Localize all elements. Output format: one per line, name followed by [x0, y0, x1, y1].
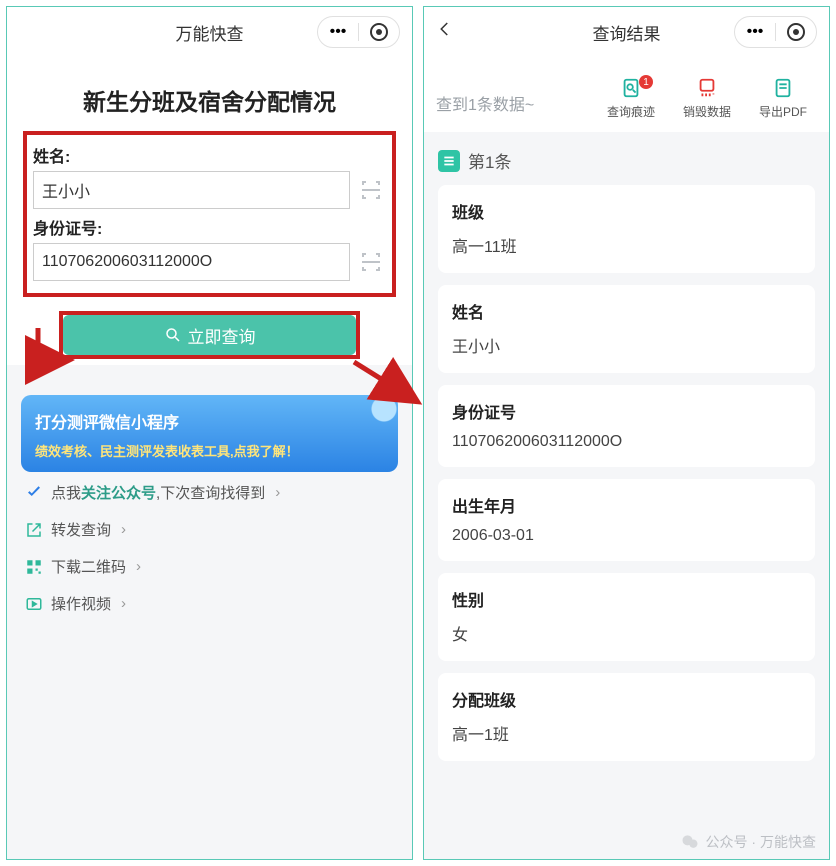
video-link[interactable]: 操作视频 › [25, 593, 394, 614]
list-icon [438, 150, 460, 172]
result-card: 身份证号 110706200603112000O [438, 385, 815, 467]
search-icon [164, 326, 182, 344]
link-list: 点我关注公众号,下次查询找得到 › 转发查询 › 下载二维码 › [7, 482, 412, 622]
menu-dots-icon[interactable]: ••• [318, 23, 358, 41]
result-count: 查到1条数据~ [436, 77, 589, 115]
close-target-icon[interactable] [776, 23, 816, 41]
check-icon [25, 484, 43, 502]
qrcode-link[interactable]: 下载二维码 › [25, 556, 394, 577]
shred-icon [696, 77, 718, 99]
result-cards: 班级 高一11班 姓名 王小小 身份证号 110706200603112000O… [424, 185, 829, 775]
result-card: 出生年月 2006-03-01 [438, 479, 815, 561]
close-target-icon[interactable] [359, 23, 399, 41]
hero-title: 新生分班及宿舍分配情况 [23, 83, 396, 117]
share-icon [25, 521, 43, 539]
play-icon [25, 595, 43, 613]
chevron-right-icon: › [121, 521, 126, 538]
promo-decor-icon [328, 395, 398, 451]
wechat-capsule: ••• [734, 16, 817, 48]
record-header: 第1条 [424, 132, 829, 185]
result-toolbar: 查到1条数据~ 查询痕迹 1 销毁数据 导出PDF [424, 57, 829, 132]
chevron-right-icon: › [121, 595, 126, 612]
result-panel: 查询结果 ••• 查到1条数据~ 查询痕迹 1 销毁数据 导出PDF [423, 6, 830, 860]
scan-icon[interactable] [356, 178, 386, 202]
qrcode-icon [25, 558, 43, 576]
follow-link[interactable]: 点我关注公众号,下次查询找得到 › [25, 482, 394, 503]
wechat-capsule: ••• [317, 16, 400, 48]
chevron-right-icon: › [275, 484, 280, 501]
back-icon[interactable] [436, 20, 454, 44]
result-card: 姓名 王小小 [438, 285, 815, 373]
query-button[interactable]: 立即查询 [63, 315, 356, 355]
forward-link[interactable]: 转发查询 › [25, 519, 394, 540]
result-card: 性别 女 [438, 573, 815, 661]
result-card: 班级 高一11班 [438, 185, 815, 273]
scan-icon[interactable] [356, 250, 386, 274]
result-card: 分配班级 高一1班 [438, 673, 815, 761]
destroy-tool[interactable]: 销毁数据 [673, 77, 741, 120]
menu-dots-icon[interactable]: ••• [735, 23, 775, 41]
query-button-highlight: 立即查询 [59, 311, 360, 359]
name-input[interactable] [33, 171, 350, 209]
trace-tool[interactable]: 查询痕迹 1 [597, 77, 665, 120]
form-highlight-box: 姓名: 身份证号: [23, 131, 396, 297]
left-topbar: 万能快查 ••• [7, 7, 412, 57]
id-input[interactable] [33, 243, 350, 281]
id-label: 身份证号: [33, 215, 386, 239]
promo-card[interactable]: 打分测评微信小程序 绩效考核、民主测评发表收表工具,点我了解！ [21, 395, 398, 472]
trace-badge: 1 [639, 75, 653, 89]
query-form-panel: 万能快查 ••• 新生分班及宿舍分配情况 姓名: 身份证号: [6, 6, 413, 860]
hero: 新生分班及宿舍分配情况 姓名: 身份证号: [7, 57, 412, 365]
wechat-icon [680, 832, 700, 852]
right-topbar: 查询结果 ••• [424, 7, 829, 57]
query-button-label: 立即查询 [188, 323, 256, 348]
pdf-icon [772, 77, 794, 99]
watermark: 公众号 · 万能快查 [680, 832, 816, 852]
name-label: 姓名: [33, 143, 386, 167]
export-pdf-tool[interactable]: 导出PDF [749, 77, 817, 120]
chevron-right-icon: › [136, 558, 141, 575]
